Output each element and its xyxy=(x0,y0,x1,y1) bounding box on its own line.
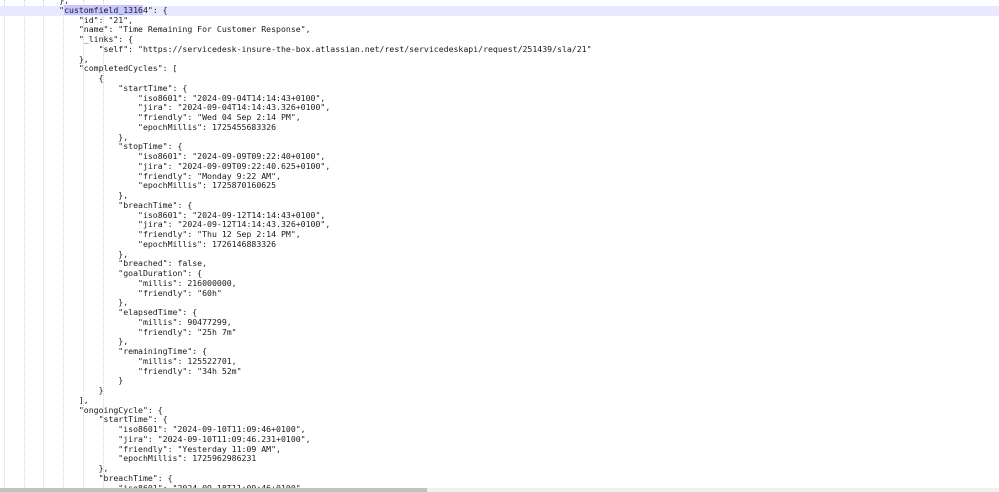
code-line[interactable]: "friendly": "60h" xyxy=(0,288,999,299)
code-line[interactable]: "customfield_13164": { xyxy=(0,4,999,16)
code-line[interactable]: "friendly": "34h 52m" xyxy=(0,366,999,377)
selected-text: customfield_1316 xyxy=(64,4,143,15)
code-line[interactable]: "epochMillis": 1725962986231 xyxy=(0,453,999,464)
code-line[interactable]: "friendly": "25h 7m" xyxy=(0,327,999,338)
code-line[interactable]: "epochMillis": 1725870160625 xyxy=(0,180,999,191)
json-editor-viewport[interactable]: }, "customfield_13164": { "id": "21", "n… xyxy=(0,0,999,492)
code-line[interactable]: "self": "https://servicedesk-insure-the-… xyxy=(0,44,999,55)
code-line[interactable]: } xyxy=(0,385,999,396)
horizontal-scrollbar-thumb[interactable] xyxy=(0,488,427,492)
code-line[interactable]: } xyxy=(0,375,999,386)
code-line[interactable]: "completedCycles": [ xyxy=(0,63,999,74)
code-line[interactable]: "epochMillis": 1726146883326 xyxy=(0,239,999,250)
code-line[interactable]: "epochMillis": 1725455683326 xyxy=(0,122,999,133)
json-code-view[interactable]: }, "customfield_13164": { "id": "21", "n… xyxy=(0,0,999,492)
code-line[interactable]: "name": "Time Remaining For Customer Res… xyxy=(0,24,999,35)
horizontal-scrollbar[interactable] xyxy=(0,488,999,492)
